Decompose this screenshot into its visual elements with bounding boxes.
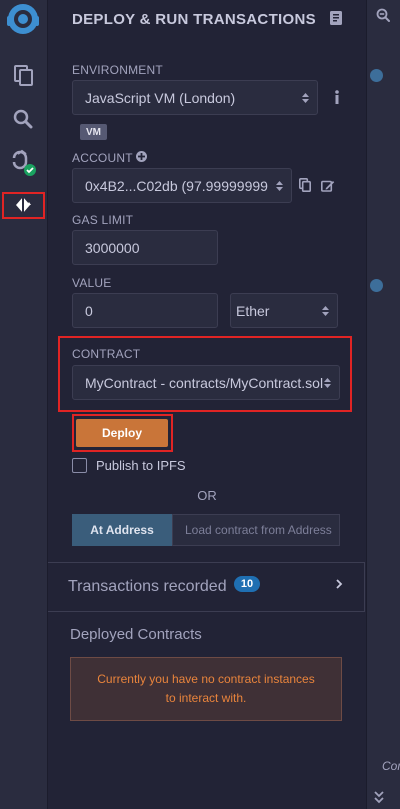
or-separator: OR — [197, 488, 217, 503]
gutter-marker[interactable] — [370, 69, 383, 82]
value-input[interactable]: 0 — [72, 293, 218, 328]
environment-value: JavaScript VM (London) — [85, 89, 236, 106]
copy-icon[interactable] — [299, 178, 311, 192]
vm-badge: VM — [80, 124, 107, 140]
select-arrows-icon — [276, 180, 283, 191]
account-select[interactable]: 0x4B2...C02db (97.99999999 — [72, 168, 292, 203]
value-label: VALUE — [72, 276, 112, 290]
select-arrows-icon — [324, 377, 331, 388]
remix-logo-icon[interactable] — [4, 2, 42, 36]
select-arrows-icon — [322, 305, 329, 316]
add-account-icon[interactable] — [136, 151, 147, 162]
publish-ipfs-label: Publish to IPFS — [96, 458, 186, 473]
environment-label: ENVIRONMENT — [72, 63, 163, 77]
gas-limit-input[interactable]: 3000000 — [72, 230, 218, 265]
value-unit: Ether — [236, 302, 270, 319]
deployed-contracts-title: Deployed Contracts — [70, 626, 202, 643]
environment-select[interactable]: JavaScript VM (London) — [72, 80, 318, 115]
contract-value: MyContract - contracts/MyContract.sol — [85, 374, 324, 391]
value-unit-select[interactable]: Ether — [230, 293, 338, 328]
icon-rail — [0, 0, 47, 809]
solidity-compiler-icon[interactable] — [6, 146, 40, 180]
deploy-run-panel: DEPLOY & RUN TRANSACTIONS ENVIRONMENT Ja… — [48, 0, 366, 809]
at-address-input[interactable]: Load contract from Address — [172, 514, 340, 546]
documentation-icon[interactable] — [330, 11, 342, 25]
contract-select[interactable]: MyContract - contracts/MyContract.sol — [72, 365, 340, 400]
account-label: ACCOUNT — [72, 151, 133, 165]
chevron-right-icon[interactable] — [335, 579, 343, 589]
active-plugin-highlight — [2, 192, 45, 219]
no-instances-alert: Currently you have no contract instances… — [70, 657, 342, 721]
gutter-marker[interactable] — [370, 279, 383, 292]
editor-edge: Con — [366, 0, 400, 809]
account-value: 0x4B2...C02db (97.99999999 — [85, 177, 268, 194]
file-explorer-icon[interactable] — [6, 58, 40, 92]
transactions-recorded-title: Transactions recorded — [68, 578, 227, 595]
zoom-out-icon[interactable] — [376, 8, 390, 22]
value-amount: 0 — [85, 302, 93, 319]
contract-label: CONTRACT — [72, 347, 141, 361]
terminal-partial-text: Con — [382, 759, 400, 773]
publish-ipfs-checkbox[interactable] — [72, 458, 87, 473]
transactions-recorded-section[interactable]: Transactions recorded 10 — [48, 562, 365, 612]
edit-signature-icon[interactable] — [321, 179, 335, 192]
select-arrows-icon — [302, 92, 309, 103]
deploy-button[interactable]: Deploy — [76, 419, 168, 447]
at-address-button[interactable]: At Address — [72, 514, 172, 546]
info-icon[interactable] — [334, 90, 340, 104]
chevron-double-down-icon[interactable] — [373, 790, 385, 804]
transactions-count-badge: 10 — [234, 576, 260, 592]
gas-limit-value: 3000000 — [85, 239, 140, 256]
search-icon[interactable] — [6, 102, 40, 136]
panel-title: DEPLOY & RUN TRANSACTIONS — [72, 11, 316, 28]
gas-limit-label: GAS LIMIT — [72, 213, 134, 227]
